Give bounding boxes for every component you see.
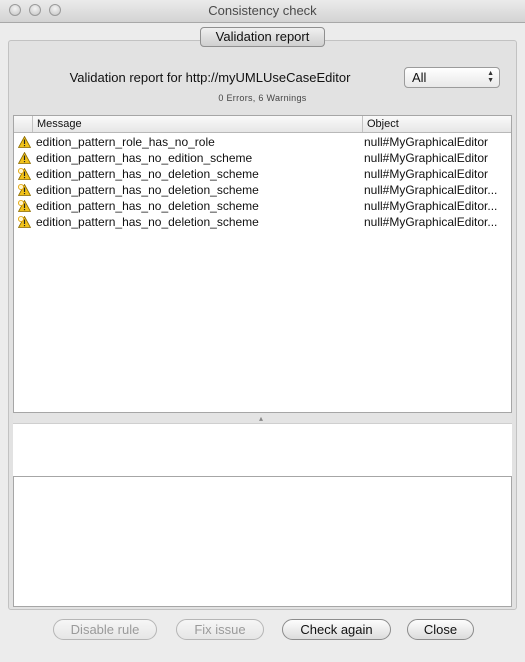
detail-top-pane [13,423,512,477]
disable-rule-button[interactable]: Disable rule [53,619,157,640]
messages-table[interactable]: Message Object edition_pattern_role_has_… [13,115,512,413]
row-message: edition_pattern_has_no_deletion_scheme [36,199,259,213]
warning-icon [17,151,32,164]
consistency-check-window: Consistency check Validation report Vali… [0,0,525,662]
table-row[interactable]: edition_pattern_has_no_edition_scheme nul… [14,150,511,166]
row-message: edition_pattern_has_no_deletion_scheme [36,167,259,181]
check-again-button[interactable]: Check again [282,619,391,640]
row-object: null#MyGraphicalEditor... [364,199,498,213]
table-row[interactable]: edition_pattern_has_no_deletion_scheme nu… [14,214,511,230]
table-row[interactable]: edition_pattern_has_no_deletion_scheme nu… [14,166,511,182]
row-object: null#MyGraphicalEditor... [364,215,498,229]
row-message: edition_pattern_has_no_edition_scheme [36,151,253,165]
report-title: Validation report for http://myUMLUseCas… [69,70,351,85]
warning-fixable-icon [17,215,32,228]
filter-selected-value: All [412,70,427,85]
split-pane-divider[interactable]: ▴ [13,413,512,423]
column-header-message[interactable]: Message [32,116,362,132]
tab-validation-report[interactable]: Validation report [200,27,325,47]
splitter-grip-icon: ▴ [259,414,264,423]
fix-issue-button[interactable]: Fix issue [176,619,264,640]
row-object: null#MyGraphicalEditor [364,151,489,165]
warning-fixable-icon [17,167,32,180]
column-header-object[interactable]: Object [362,116,511,132]
filter-select[interactable]: All ▲ ▼ [404,67,500,88]
warning-fixable-icon [17,199,32,212]
table-row[interactable]: edition_pattern_role_has_no_role null#MyG… [14,134,511,150]
row-object: null#MyGraphicalEditor [364,135,489,149]
window-title: Consistency check [208,3,317,18]
warning-icon [17,135,32,148]
table-row[interactable]: edition_pattern_has_no_deletion_scheme nu… [14,182,511,198]
row-object: null#MyGraphicalEditor... [364,183,498,197]
column-header-icon[interactable] [14,116,32,132]
table-row[interactable]: edition_pattern_has_no_deletion_scheme nu… [14,198,511,214]
row-object: null#MyGraphicalEditor [364,167,489,181]
stepper-arrows-icon: ▲ ▼ [487,70,494,84]
table-header: Message Object [14,116,511,133]
title-bar[interactable]: Consistency check [0,0,525,23]
report-summary: 0 Errors, 6 Warnings [218,93,307,103]
close-button[interactable]: Close [407,619,474,640]
row-message: edition_pattern_role_has_no_role [36,135,215,149]
detail-pane [13,476,512,607]
row-message: edition_pattern_has_no_deletion_scheme [36,215,259,229]
row-message: edition_pattern_has_no_deletion_scheme [36,183,259,197]
warning-fixable-icon [17,183,32,196]
